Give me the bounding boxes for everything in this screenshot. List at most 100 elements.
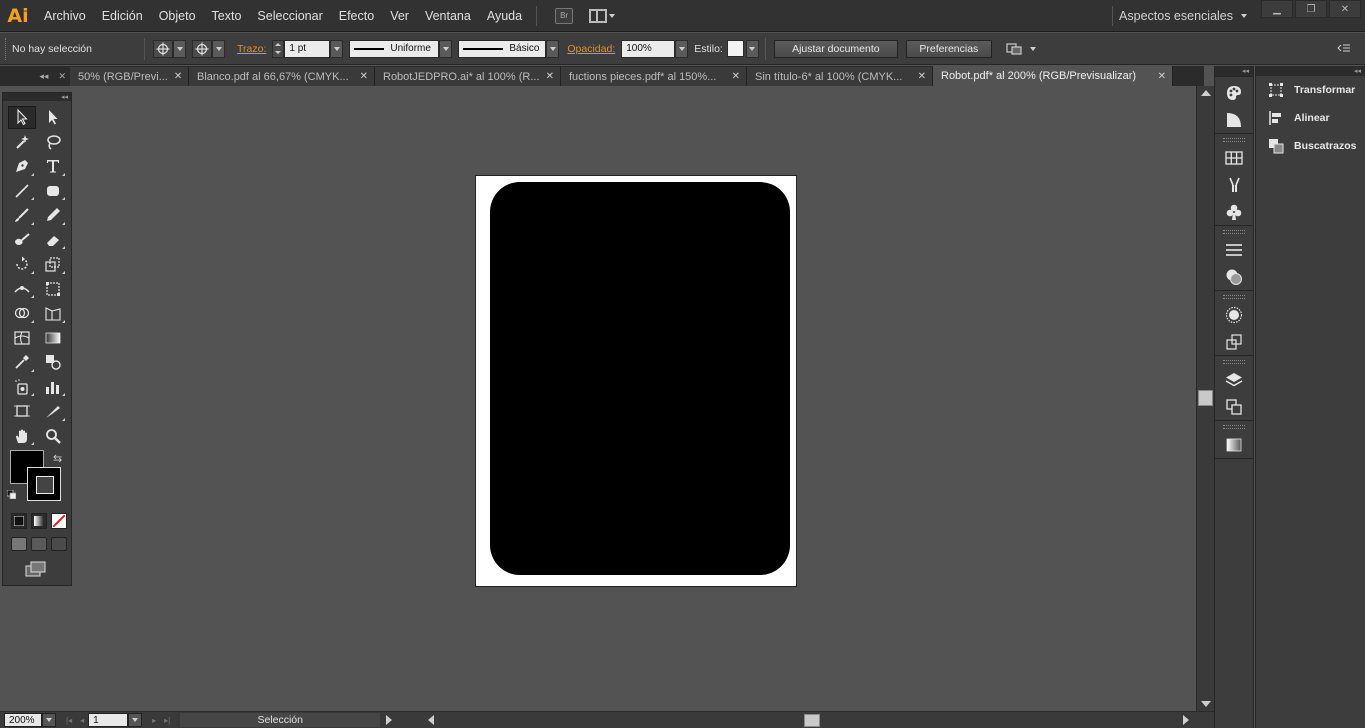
- perspective-grid-tool[interactable]: [39, 302, 67, 325]
- workspace-switcher[interactable]: Aspectos esenciales: [1119, 0, 1247, 32]
- stroke-label[interactable]: Trazo:: [237, 43, 266, 55]
- stroke-weight-dropdown[interactable]: [330, 39, 344, 58]
- tab-close-button[interactable]: ✕: [732, 71, 740, 82]
- column-graph-tool[interactable]: [39, 375, 67, 398]
- gradient-tool[interactable]: [39, 326, 67, 349]
- dock-grip[interactable]: [1223, 425, 1245, 429]
- transform-panel-button[interactable]: Transformar: [1256, 76, 1365, 104]
- artboard[interactable]: [475, 175, 797, 587]
- magic-wand-tool[interactable]: [8, 130, 36, 153]
- scroll-right-icon[interactable]: [1183, 715, 1189, 725]
- swatches-panel-button[interactable]: [1215, 144, 1253, 171]
- scroll-down-icon[interactable]: [1201, 701, 1211, 707]
- tab-close-button[interactable]: ✕: [1158, 71, 1166, 82]
- graphic-styles-panel-button[interactable]: [1215, 328, 1253, 355]
- draw-inside-button[interactable]: [51, 537, 67, 551]
- shape-builder-tool[interactable]: [8, 302, 36, 325]
- tab-close-button[interactable]: ✕: [174, 71, 182, 82]
- last-artboard-icon[interactable]: ▸|: [164, 716, 170, 725]
- appearance-panel-button[interactable]: [1215, 301, 1253, 328]
- symbol-sprayer-tool[interactable]: [8, 375, 36, 398]
- line-segment-tool[interactable]: [8, 179, 36, 202]
- zoom-tool[interactable]: [39, 424, 67, 447]
- control-bar-grip[interactable]: [5, 37, 9, 60]
- menu-ventana[interactable]: Ventana: [417, 0, 479, 32]
- menu-seleccionar[interactable]: Seleccionar: [249, 0, 330, 32]
- document-tab-active[interactable]: Robot.pdf* al 200% (RGB/Previsualizar) ✕: [933, 66, 1173, 86]
- tools-panel-header[interactable]: ◂◂: [3, 93, 71, 101]
- eyedropper-tool[interactable]: [8, 351, 36, 374]
- fill-dropdown[interactable]: [173, 39, 186, 58]
- swap-fill-stroke-icon[interactable]: ⇆: [53, 452, 62, 465]
- fill-target-button[interactable]: [153, 39, 173, 58]
- stroke-weight-field[interactable]: 1 pt: [284, 39, 331, 58]
- menu-ayuda[interactable]: Ayuda: [479, 0, 530, 32]
- color-button[interactable]: [11, 513, 27, 529]
- menu-objeto[interactable]: Objeto: [151, 0, 204, 32]
- free-transform-tool[interactable]: [39, 277, 67, 300]
- stroke-weight-stepper[interactable]: [272, 39, 285, 58]
- pathfinder-panel-button[interactable]: Buscatrazos: [1256, 132, 1365, 160]
- first-artboard-icon[interactable]: |◂: [66, 716, 72, 725]
- dock-header[interactable]: ◂◂: [1215, 66, 1253, 76]
- stroke-profile-field[interactable]: Uniforme: [349, 39, 440, 58]
- tab-close-button[interactable]: ✕: [546, 71, 554, 82]
- document-tab[interactable]: RobotJEDPRO.ai* al 100% (R... ✕: [375, 67, 561, 86]
- opacity-field[interactable]: 100%: [621, 39, 676, 58]
- document-setup-button[interactable]: Ajustar documento: [773, 39, 898, 58]
- document-tab[interactable]: Sin título-6* al 100% (CMYK... ✕: [747, 67, 933, 86]
- status-menu-icon[interactable]: [386, 715, 393, 725]
- dock-grip[interactable]: [1223, 360, 1245, 364]
- pen-tool[interactable]: [8, 155, 36, 178]
- screen-mode-icon[interactable]: [25, 561, 47, 577]
- close-window-button[interactable]: ✕: [1329, 0, 1361, 18]
- current-tool-status[interactable]: Selección: [180, 713, 381, 727]
- symbols-panel-button[interactable]: [1215, 198, 1253, 225]
- side-panel-header[interactable]: ◂◂: [1256, 66, 1365, 76]
- menu-texto[interactable]: Texto: [204, 0, 250, 32]
- minimize-button[interactable]: ▁: [1261, 0, 1293, 18]
- canvas-area[interactable]: [0, 86, 1196, 711]
- color-panel-button[interactable]: [1215, 79, 1253, 106]
- zoom-dropdown[interactable]: [42, 713, 56, 727]
- arrange-documents-button[interactable]: [589, 8, 616, 23]
- lasso-tool[interactable]: [39, 130, 67, 153]
- scroll-up-icon[interactable]: [1201, 90, 1211, 96]
- brushes-panel-button[interactable]: [1215, 171, 1253, 198]
- gradient-button[interactable]: [31, 513, 47, 529]
- draw-normal-button[interactable]: [11, 537, 27, 551]
- document-tab[interactable]: fuctions pieces.pdf* al 150%... ✕: [561, 67, 747, 86]
- selection-tool[interactable]: [7, 105, 36, 129]
- brush-dropdown[interactable]: [546, 39, 560, 58]
- stroke-color-swatch[interactable]: [27, 467, 61, 501]
- artboard-tool[interactable]: [8, 400, 36, 423]
- restore-button[interactable]: ❐: [1295, 0, 1327, 18]
- stroke-target-button[interactable]: [192, 39, 212, 58]
- document-tab[interactable]: 50% (RGB/Previ... ✕: [70, 67, 189, 86]
- menu-edicion[interactable]: Edición: [94, 0, 151, 32]
- stroke-panel-button[interactable]: [1215, 236, 1253, 263]
- vertical-scrollbar[interactable]: [1196, 86, 1214, 711]
- scale-tool[interactable]: [39, 253, 67, 276]
- tab-close-button[interactable]: ✕: [360, 71, 368, 82]
- dock-grip[interactable]: [1223, 230, 1245, 234]
- rotate-tool[interactable]: [8, 253, 36, 276]
- double-chevron-left-icon[interactable]: ◂◂: [1354, 67, 1361, 75]
- style-dropdown[interactable]: [745, 39, 759, 58]
- next-artboard-icon[interactable]: ▸: [152, 716, 156, 725]
- blend-tool[interactable]: [39, 351, 67, 374]
- arrange-button[interactable]: [1006, 42, 1036, 56]
- align-panel-button[interactable]: Alinear: [1256, 104, 1365, 132]
- horizontal-scrollbar[interactable]: [424, 713, 1197, 728]
- width-tool[interactable]: [8, 277, 36, 300]
- eraser-tool[interactable]: [39, 228, 67, 251]
- style-swatch[interactable]: [726, 40, 744, 57]
- double-chevron-left-icon[interactable]: ◂◂: [1242, 67, 1249, 75]
- menu-archivo[interactable]: Archivo: [36, 0, 94, 32]
- paintbrush-tool[interactable]: [8, 204, 36, 227]
- opacity-dropdown[interactable]: [675, 39, 689, 58]
- rounded-rectangle-tool[interactable]: [39, 179, 67, 202]
- pencil-tool[interactable]: [39, 204, 67, 227]
- type-tool[interactable]: [39, 155, 67, 178]
- direct-selection-tool[interactable]: [39, 106, 67, 129]
